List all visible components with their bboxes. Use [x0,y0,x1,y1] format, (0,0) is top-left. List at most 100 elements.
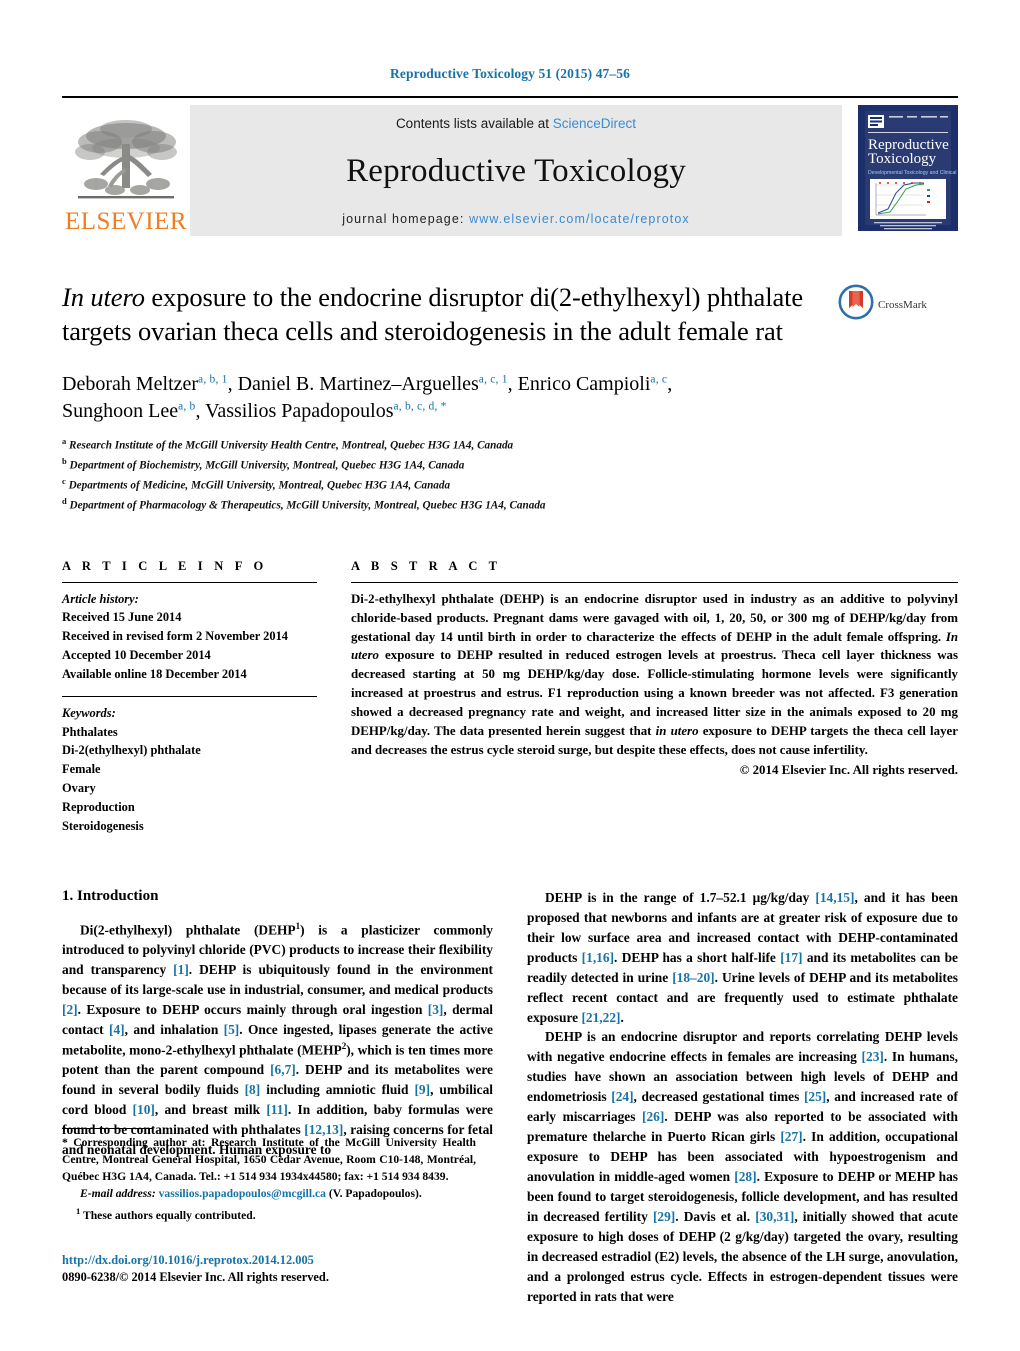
history-item: Received 15 June 2014 [62,610,182,625]
sciencedirect-link[interactable]: ScienceDirect [553,116,636,131]
abstract-copyright: © 2014 Elsevier Inc. All rights reserved… [739,763,958,778]
affiliation-text: Research Institute of the McGill Univers… [69,439,514,452]
author-affil-marks: a, c [650,373,668,386]
footnote-divider [62,1128,152,1129]
doi-block: http://dx.doi.org/10.1016/j.reprotox.201… [62,1252,492,1287]
affiliation-list: a Research Institute of the McGill Unive… [62,435,958,515]
keywords-label: Keywords: [62,705,116,720]
email-link[interactable]: vassilios.papadopoulos@mcgill.ca [159,1187,326,1200]
keyword-item: Steroidogenesis [62,818,144,833]
author-affil-marks: a, b, 1 [198,373,228,386]
elsevier-tree-icon [70,116,182,208]
footnote-block: * Corresponding author at: Research Inst… [62,1128,476,1225]
crossmark-icon [838,284,874,325]
intro-paragraph-right-2: DEHP is an endocrine disruptor and repor… [527,1029,959,1305]
author-name: Deborah Meltzer [62,372,199,395]
journal-banner: ELSEVIER Contents lists available at Sci… [62,96,979,236]
keyword-list: Keywords: Phthalates Di-2(ethylhexyl) ph… [62,704,317,836]
intro-paragraph-left: Di(2-ethylhexyl) phthalate (DEHP1) is a … [62,920,493,1161]
title-block: In utero exposure to the endocrine disru… [62,280,958,349]
elsevier-wordmark: ELSEVIER [64,208,188,235]
article-info-column: A R T I C L E I N F O Article history: R… [62,559,317,836]
banner-center: Contents lists available at ScienceDirec… [190,105,842,236]
body-column-left: 1. Introduction Di(2-ethylhexyl) phthala… [62,888,493,1307]
affiliation-item: c Departments of Medicine, McGill Univer… [62,475,958,495]
contents-available-line: Contents lists available at ScienceDirec… [396,116,636,131]
author-item: Sunghoon Leea, b [62,400,196,422]
author-affil-marks: a, b, c, d, * [393,400,447,413]
abstract-heading: A B S T R A C T [351,558,502,573]
affiliation-key: a [62,436,67,447]
keyword-item: Reproduction [62,800,135,814]
author-sep: , [507,372,518,395]
abstract-seg-1: Di-2-ethylhexyl phthalate (DEHP) is an e… [351,591,958,644]
author-item: Enrico Campiolia, c [518,373,668,395]
keyword-item: Phthalates [62,724,118,739]
title-rest: exposure to the endocrine disruptor di(2… [62,282,804,347]
author-affil-marks: a, c, 1 [478,373,508,386]
equal-contribution-note: 1 These authors equally contributed. [62,1205,476,1225]
author-item: Deborah Meltzera, b, 1 [62,373,228,395]
author-name: Sunghoon Lee [62,400,179,423]
abstract-text: Di-2-ethylhexyl phthalate (DEHP) is an e… [351,590,958,761]
affiliation-key: d [62,495,67,506]
author-name: Daniel B. Martinez–Arguelles [237,372,479,395]
divider [62,695,317,697]
crossmark-label: CrossMark [878,298,927,311]
title-italic-part: In utero [62,282,145,312]
author-list: Deborah Meltzera, b, 1, Daniel B. Martin… [62,371,958,426]
affiliation-key: b [62,455,67,466]
author-name: Enrico Campioli [517,372,651,395]
author-item: Vassilios Papadopoulosa, b, c, d, * [205,400,446,422]
author-name: Vassilios Papadopoulos [205,400,394,423]
article-info-heading: A R T I C L E I N F O [62,558,268,573]
affiliation-item: d Department of Pharmacology & Therapeut… [62,495,958,515]
intro-left-seg-1: Di(2-ethylhexyl) phthalate (DEHP [80,922,296,938]
equal-contribution-text: These authors equally contributed. [83,1209,256,1223]
author-sep: , [227,372,238,395]
affiliation-text: Department of Pharmacology & Therapeutic… [69,499,546,512]
crossmark-badge[interactable]: CrossMark [838,280,958,325]
author-sep: , [667,372,673,395]
info-abstract-section: A R T I C L E I N F O Article history: R… [62,559,958,836]
paper-page: Reproductive Toxicology 51 (2015) 47–56 [0,0,1020,1351]
author-item: Daniel B. Martinez–Arguellesa, c, 1 [238,373,508,395]
journal-title: Reproductive Toxicology [346,153,686,189]
running-head: Reproductive Toxicology 51 (2015) 47–56 [390,66,630,81]
intro-left-seg-2: ) is a plasticizer commonly introduced t… [62,922,493,1058]
footnote-marker: 1 [76,1206,81,1217]
body-column-right: DEHP is in the range of 1.7–52.1 μg/kg/d… [527,888,958,1307]
divider [351,581,958,583]
history-item: Received in revised form 2 November 2014 [62,629,288,644]
author-sep: , [195,400,206,423]
history-item: Available online 18 December 2014 [62,666,247,681]
affiliation-item: b Department of Biochemistry, McGill Uni… [62,455,958,475]
affiliation-text: Departments of Medicine, McGill Universi… [68,479,451,492]
svg-text:Toxicology: Toxicology [868,151,937,167]
email-note: E-mail address: vassilios.papadopoulos@m… [62,1186,476,1203]
divider [62,581,317,583]
journal-cover-thumbnail: Reproductive Toxicology Developmental To… [858,105,979,236]
keyword-item: Di-2(ethylhexyl) phthalate [62,743,201,758]
section-heading-introduction: 1. Introduction [62,887,159,904]
intro-paragraph-right-1: DEHP is in the range of 1.7–52.1 μg/kg/d… [527,889,958,1025]
abstract-column: A B S T R A C T Di-2-ethylhexyl phthalat… [351,559,958,836]
affiliation-key: c [62,475,66,486]
issn-copyright: 0890-6238/© 2014 Elsevier Inc. All right… [62,1270,329,1285]
article-history-label: Article history: [62,591,139,606]
svg-text:Developmental Toxicology and C: Developmental Toxicology and Clinical Sc… [868,170,958,176]
keyword-item: Female [62,762,101,777]
contents-prefix: Contents lists available at [395,116,553,131]
author-affil-marks: a, b [178,400,196,413]
email-label: E-mail address: [80,1187,156,1201]
homepage-prefix: journal homepage: [342,212,470,226]
affiliation-item: a Research Institute of the McGill Unive… [62,435,958,455]
email-suffix: (V. Papadopoulos). [325,1187,422,1201]
doi-link[interactable]: http://dx.doi.org/10.1016/j.reprotox.201… [62,1252,492,1269]
abstract-italic-2: in utero [655,724,699,739]
keyword-item: Ovary [62,781,96,796]
body-columns: 1. Introduction Di(2-ethylhexyl) phthala… [62,888,958,1307]
affiliation-text: Department of Biochemistry, McGill Unive… [69,459,465,472]
journal-homepage-line: journal homepage: www.elsevier.com/locat… [342,212,690,226]
journal-homepage-link[interactable]: www.elsevier.com/locate/reprotox [469,212,690,226]
